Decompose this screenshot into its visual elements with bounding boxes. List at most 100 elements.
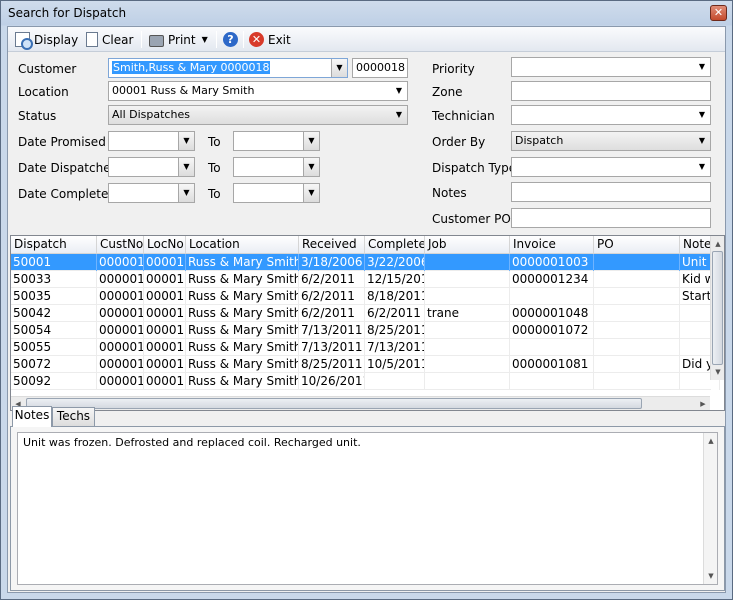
grid-horizontal-scrollbar[interactable]: ◀ ▶ — [11, 396, 710, 410]
table-cell: 00001 — [146, 373, 186, 390]
order-by-dropdown-chevron-icon[interactable]: ▼ — [694, 132, 710, 150]
order-by-label: Order By — [432, 135, 486, 149]
dispatch-type-dropdown-chevron-icon[interactable]: ▼ — [694, 158, 710, 176]
customer-label: Customer — [18, 62, 77, 76]
location-value: 00001 Russ & Mary Smith — [112, 84, 255, 97]
print-button[interactable]: Print ▼ — [146, 30, 211, 49]
clear-label: Clear — [102, 32, 134, 47]
scroll-up-arrow-icon[interactable]: ▲ — [711, 237, 724, 251]
help-button[interactable]: ? — [220, 30, 241, 49]
tab-techs[interactable]: Techs — [52, 407, 95, 426]
table-cell: 00001 — [146, 271, 186, 288]
status-combo[interactable]: All Dispatches ▼ — [108, 105, 408, 125]
display-label: Display — [34, 32, 79, 47]
status-dropdown-chevron-icon[interactable]: ▼ — [391, 106, 407, 124]
priority-combo[interactable]: ▼ — [511, 57, 711, 77]
technician-combo[interactable]: ▼ — [511, 105, 711, 125]
exit-label: Exit — [268, 32, 291, 47]
calendar-dropdown-chevron-icon[interactable]: ▼ — [178, 184, 194, 202]
customer-po-label: Customer PO — [432, 212, 511, 226]
location-combo[interactable]: 00001 Russ & Mary Smith ▼ — [108, 81, 408, 101]
order-by-combo[interactable]: Dispatch ▼ — [511, 131, 711, 151]
table-row[interactable]: 50035000001800001Russ & Mary Smith6/2/20… — [11, 288, 720, 305]
table-cell: 0000018 — [97, 254, 144, 271]
clear-button[interactable]: Clear — [83, 30, 136, 49]
date-dispatched-to[interactable]: ▼ — [233, 157, 320, 177]
column-header[interactable]: Dispatch — [11, 236, 97, 254]
scroll-down-arrow-icon[interactable]: ▼ — [711, 365, 724, 379]
tab-notes[interactable]: Notes — [12, 406, 52, 427]
printer-icon — [149, 34, 164, 47]
print-label: Print — [168, 32, 196, 47]
exit-button[interactable]: ✕ Exit — [246, 30, 294, 49]
table-row[interactable]: 50055000001800001Russ & Mary Smith7/13/2… — [11, 339, 720, 356]
date-completed-to[interactable]: ▼ — [233, 183, 320, 203]
window-close-button[interactable]: ✕ — [710, 5, 727, 21]
table-cell: 0000001048 — [510, 305, 594, 322]
table-cell: 3/18/2006 — [299, 254, 365, 271]
date-completed-from[interactable]: ▼ — [108, 183, 195, 203]
grid-horizontal-scroll-thumb[interactable] — [26, 398, 642, 409]
dispatch-type-combo[interactable]: ▼ — [511, 157, 711, 177]
zone-field[interactable] — [511, 81, 711, 101]
column-header[interactable]: LocNo — [144, 236, 186, 254]
calendar-dropdown-chevron-icon[interactable]: ▼ — [303, 158, 319, 176]
calendar-dropdown-chevron-icon[interactable]: ▼ — [303, 132, 319, 150]
location-dropdown-chevron-icon[interactable]: ▼ — [391, 82, 407, 100]
table-cell: 00001 — [146, 288, 186, 305]
table-cell — [594, 339, 680, 356]
calendar-dropdown-chevron-icon[interactable]: ▼ — [303, 184, 319, 202]
column-header[interactable]: Complete — [365, 236, 425, 254]
table-cell: 10/5/2011 — [367, 356, 425, 373]
table-cell: 50072 — [11, 356, 97, 373]
table-cell — [425, 356, 510, 373]
column-header[interactable]: CustNo — [97, 236, 144, 254]
scroll-right-arrow-icon[interactable]: ▶ — [696, 397, 710, 410]
priority-dropdown-chevron-icon[interactable]: ▼ — [694, 58, 710, 76]
grid-vertical-scroll-thumb[interactable] — [712, 251, 723, 365]
column-header[interactable]: Received — [299, 236, 365, 254]
table-cell: 8/18/2011 — [367, 288, 425, 305]
print-dropdown-chevron-icon[interactable]: ▼ — [202, 35, 208, 44]
table-cell: 50054 — [11, 322, 97, 339]
table-cell: 6/2/2011 — [365, 305, 425, 322]
display-button[interactable]: Display — [12, 30, 81, 50]
customer-combo[interactable]: Smith,Russ & Mary 0000018 ▼ — [108, 58, 348, 78]
date-dispatched-from[interactable]: ▼ — [108, 157, 195, 177]
table-cell: 50035 — [11, 288, 97, 305]
table-row[interactable]: 50072000001800001Russ & Mary Smith8/25/2… — [11, 356, 720, 373]
table-row[interactable]: 50033000001800001Russ & Mary Smith6/2/20… — [11, 271, 720, 288]
scroll-down-arrow-icon[interactable]: ▼ — [704, 569, 718, 583]
table-cell: 0000001072 — [510, 322, 594, 339]
customer-dropdown-chevron-icon[interactable]: ▼ — [331, 59, 347, 77]
column-header[interactable]: Location — [186, 236, 299, 254]
table-row[interactable]: 50092000001800001Russ & Mary Smith10/26/… — [11, 373, 720, 390]
scroll-up-arrow-icon[interactable]: ▲ — [704, 434, 718, 448]
notes-filter-field[interactable] — [511, 182, 711, 202]
calendar-dropdown-chevron-icon[interactable]: ▼ — [178, 132, 194, 150]
table-row[interactable]: 50054000001800001Russ & Mary Smith7/13/2… — [11, 322, 720, 339]
technician-label: Technician — [432, 109, 495, 123]
date-promised-to[interactable]: ▼ — [233, 131, 320, 151]
customer-po-field[interactable] — [511, 208, 711, 228]
table-row[interactable]: 50042000001800001Russ & Mary Smith6/2/20… — [11, 305, 720, 322]
notes-tab-panel: Unit was frozen. Defrosted and replaced … — [10, 426, 725, 591]
notes-vertical-scrollbar[interactable]: ▲ ▼ — [703, 433, 717, 584]
column-header[interactable]: Job — [425, 236, 510, 254]
date-promised-from[interactable]: ▼ — [108, 131, 195, 151]
notes-textarea[interactable]: Unit was frozen. Defrosted and replaced … — [17, 432, 718, 585]
column-header[interactable]: PO — [594, 236, 680, 254]
table-cell: Russ & Mary Smith — [188, 322, 299, 339]
technician-dropdown-chevron-icon[interactable]: ▼ — [694, 106, 710, 124]
customer-code-field[interactable]: 0000018 — [352, 58, 408, 78]
grid-vertical-scrollbar[interactable]: ▲ ▼ — [710, 236, 724, 380]
table-cell: 50033 — [11, 271, 97, 288]
column-header[interactable]: Invoice — [510, 236, 594, 254]
table-cell — [425, 288, 510, 305]
table-cell — [594, 254, 680, 271]
table-row[interactable]: 50001000001800001Russ & Mary Smith3/18/2… — [11, 254, 720, 271]
calendar-dropdown-chevron-icon[interactable]: ▼ — [178, 158, 194, 176]
date-promised-to-label: To — [208, 135, 221, 149]
table-cell: 0000018 — [97, 288, 144, 305]
dispatch-results-grid[interactable]: Dispatch CustNo LocNo Location Received Compl… — [10, 235, 725, 411]
